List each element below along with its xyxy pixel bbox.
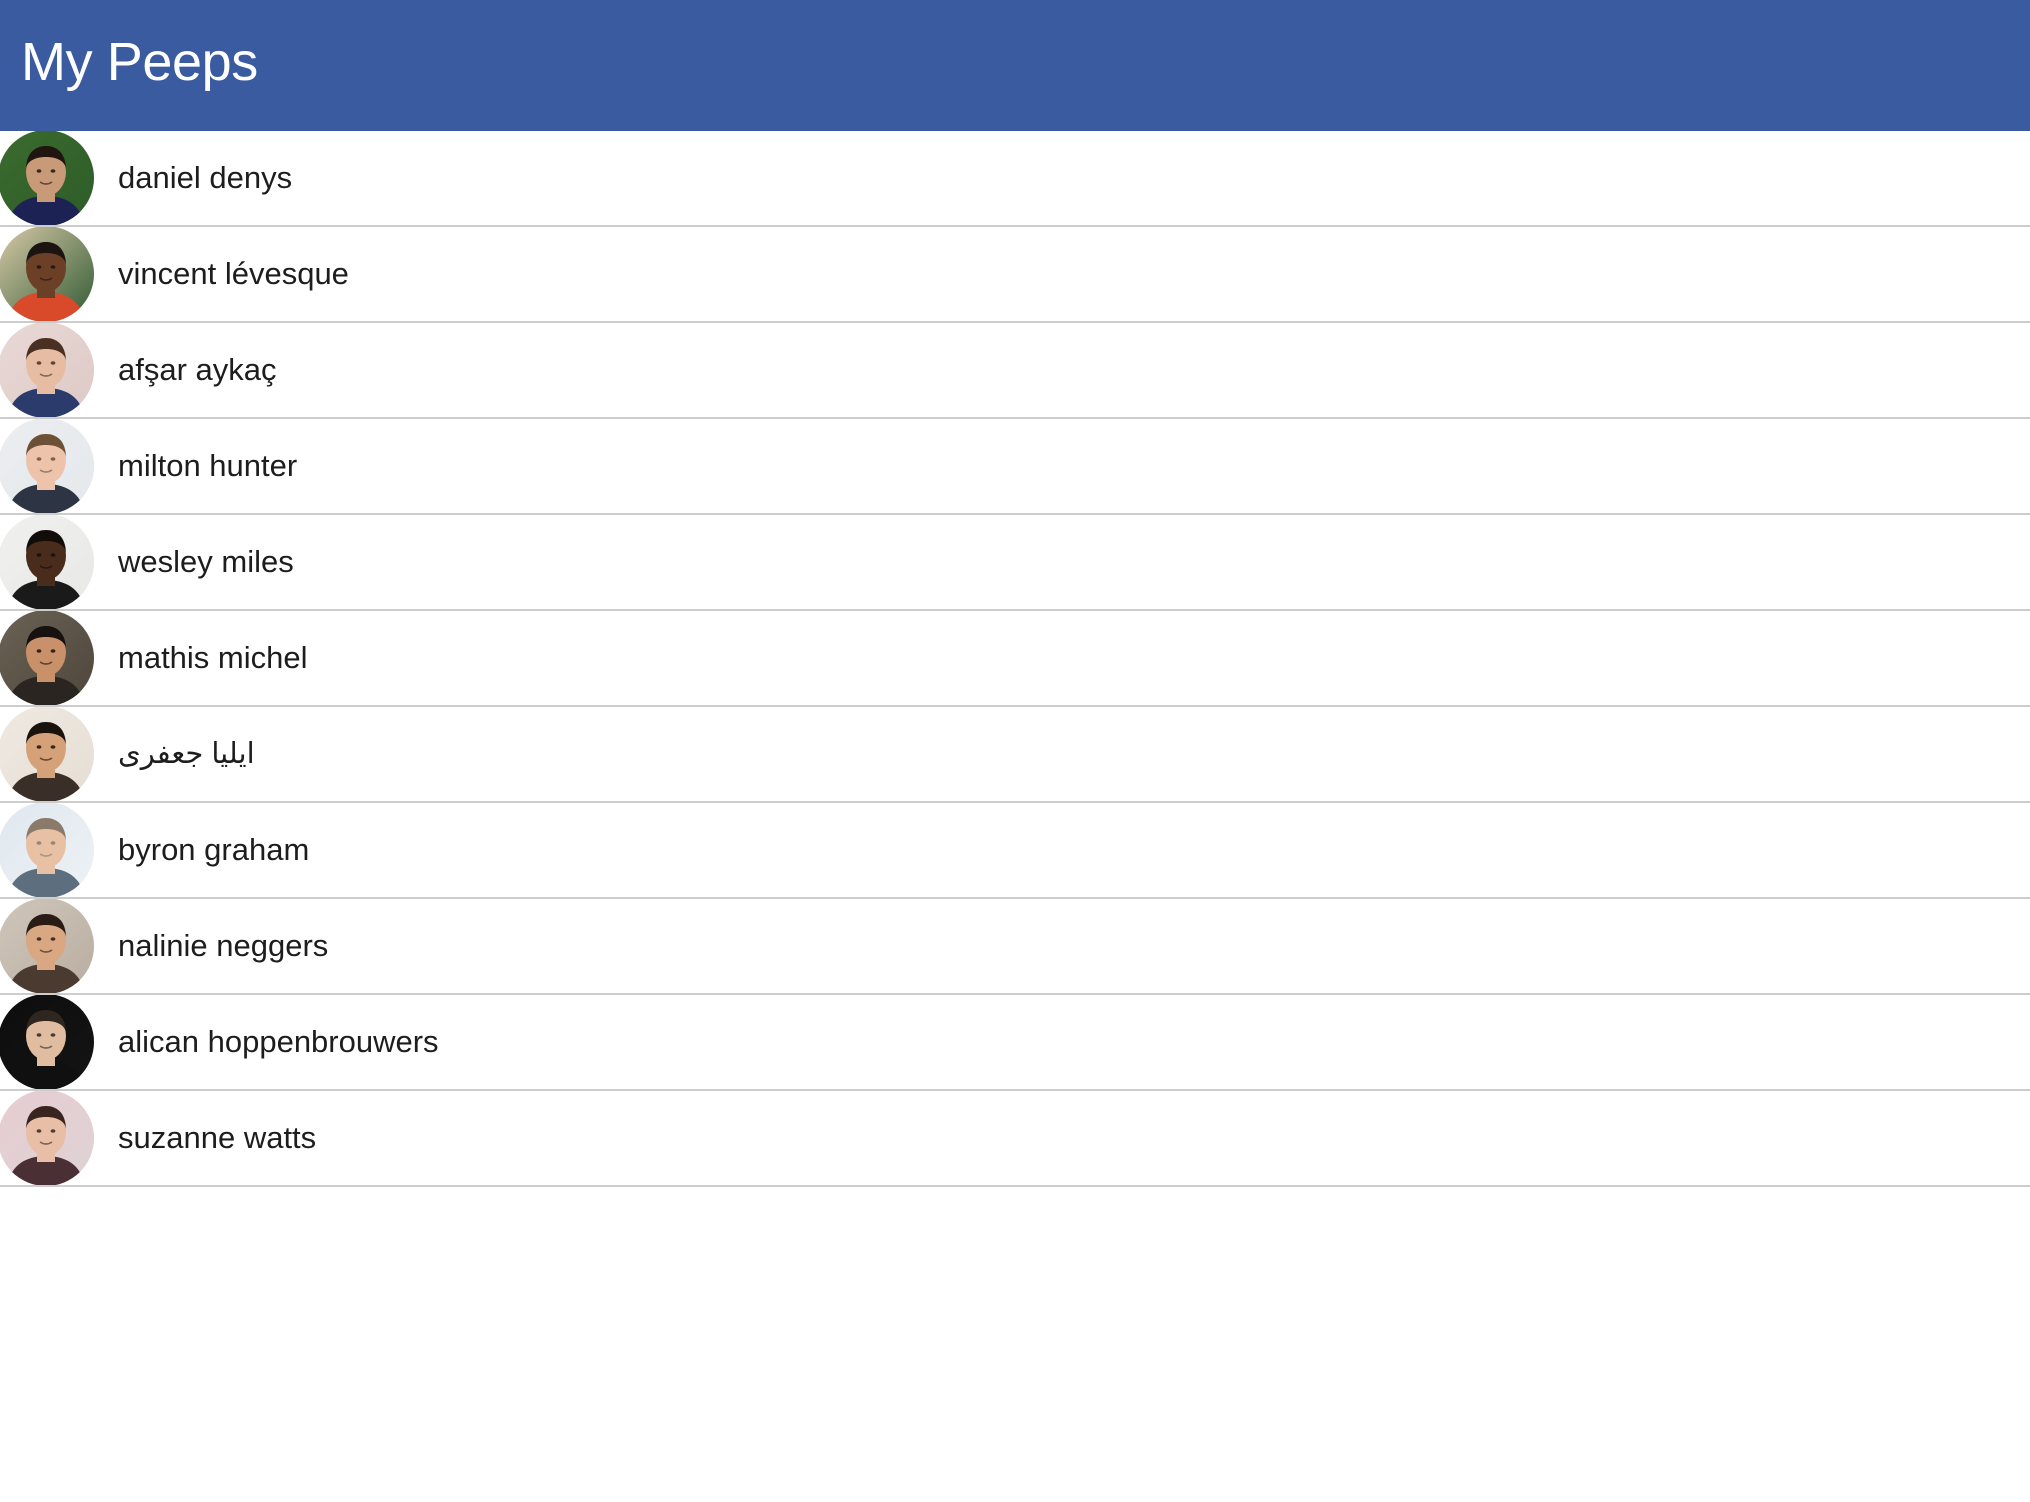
list-item-name: daniel denys xyxy=(118,160,293,195)
avatar-byron-graham-image xyxy=(0,803,94,897)
avatar-alican-hoppenbrouwers-image xyxy=(0,995,94,1089)
avatar-nalinie-neggers-image xyxy=(0,899,94,993)
app-header: My Peeps xyxy=(0,0,2030,131)
avatar-suzanne-watts xyxy=(0,1091,94,1185)
list-item[interactable]: afşar aykaç xyxy=(0,323,2030,419)
list-item-name: vincent lévesque xyxy=(118,256,349,291)
list-item[interactable]: milton hunter xyxy=(0,419,2030,515)
list-item[interactable]: ایلیا جعفری xyxy=(0,707,2030,803)
avatar-nalinie-neggers xyxy=(0,899,94,993)
list-item[interactable]: mathis michel xyxy=(0,611,2030,707)
avatar-afsar-aykac-image xyxy=(0,323,94,417)
list-item-name: afşar aykaç xyxy=(118,352,277,387)
list-item[interactable]: nalinie neggers xyxy=(0,899,2030,995)
avatar-byron-graham xyxy=(0,803,94,897)
avatar-wesley-miles xyxy=(0,515,94,609)
peeps-list: daniel denys vincent lévesque afşar aykaç m… xyxy=(0,131,2030,1187)
list-item[interactable]: alican hoppenbrouwers xyxy=(0,995,2030,1091)
avatar-milton-hunter-image xyxy=(0,419,94,513)
list-item[interactable]: wesley miles xyxy=(0,515,2030,611)
page-title: My Peeps xyxy=(21,31,258,92)
avatar-milton-hunter xyxy=(0,419,94,513)
list-item[interactable]: daniel denys xyxy=(0,131,2030,227)
list-item-name: mathis michel xyxy=(118,640,308,675)
avatar-vincent-levesque-image xyxy=(0,227,94,321)
avatar-ilya-jafari-image xyxy=(0,707,94,801)
avatar-ilya-jafari xyxy=(0,707,94,801)
avatar-mathis-michel-image xyxy=(0,611,94,705)
avatar-mathis-michel xyxy=(0,611,94,705)
avatar-wesley-miles-image xyxy=(0,515,94,609)
list-item[interactable]: suzanne watts xyxy=(0,1091,2030,1187)
list-item-name: wesley miles xyxy=(118,544,294,579)
avatar-alican-hoppenbrouwers xyxy=(0,995,94,1089)
list-item-name: ایلیا جعفری xyxy=(118,738,255,770)
avatar-daniel-denys xyxy=(0,131,94,225)
avatar-daniel-denys-image xyxy=(0,131,94,225)
avatar-afsar-aykac xyxy=(0,323,94,417)
list-item-name: alican hoppenbrouwers xyxy=(118,1024,439,1059)
list-item[interactable]: byron graham xyxy=(0,803,2030,899)
avatar-vincent-levesque xyxy=(0,227,94,321)
list-item-name: nalinie neggers xyxy=(118,928,329,963)
avatar-suzanne-watts-image xyxy=(0,1091,94,1185)
list-item-name: suzanne watts xyxy=(118,1120,317,1155)
list-item-name: byron graham xyxy=(118,832,310,867)
list-item-name: milton hunter xyxy=(118,448,298,483)
list-item[interactable]: vincent lévesque xyxy=(0,227,2030,323)
